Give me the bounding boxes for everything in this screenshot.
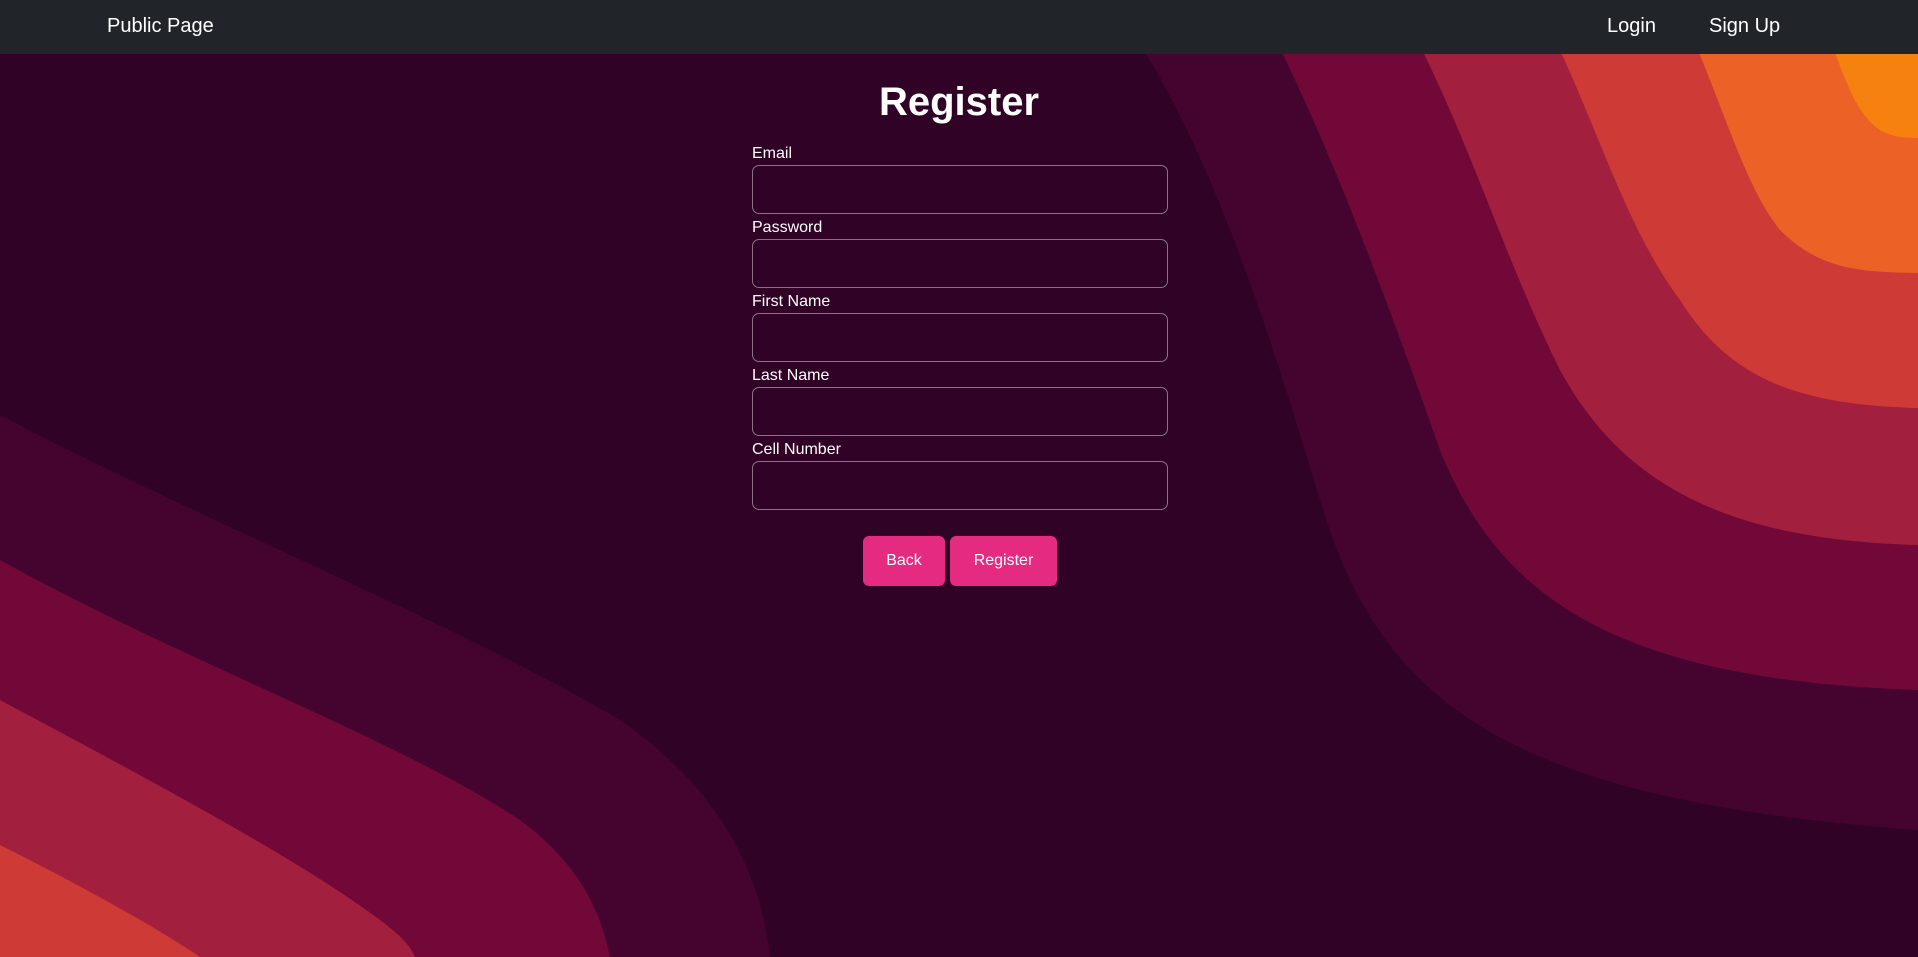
last-name-field-group: Last Name <box>752 367 1168 441</box>
cell-number-label: Cell Number <box>752 441 841 458</box>
email-label: Email <box>752 145 793 162</box>
register-form: Email Password First Name Last Name Cell… <box>752 145 1168 515</box>
login-link[interactable]: Login <box>1607 15 1656 38</box>
email-field-group: Email <box>752 145 1168 219</box>
first-name-label: First Name <box>752 293 831 310</box>
form-actions: Back Register <box>0 536 1918 586</box>
password-label: Password <box>752 219 823 236</box>
cell-number-field-group: Cell Number <box>752 441 1168 515</box>
first-name-field-group: First Name <box>752 293 1168 367</box>
signup-link[interactable]: Sign Up <box>1709 15 1780 38</box>
first-name-input[interactable] <box>752 313 1168 362</box>
cell-number-input[interactable] <box>752 461 1168 510</box>
register-button[interactable]: Register <box>950 536 1057 586</box>
email-input[interactable] <box>752 165 1168 214</box>
last-name-label: Last Name <box>752 367 830 384</box>
brand-link[interactable]: Public Page <box>107 15 214 38</box>
page-title: Register <box>878 80 1040 124</box>
password-input[interactable] <box>752 239 1168 288</box>
password-field-group: Password <box>752 219 1168 293</box>
last-name-input[interactable] <box>752 387 1168 436</box>
back-button[interactable]: Back <box>863 536 945 586</box>
top-navbar: Public Page Login Sign Up <box>0 0 1918 54</box>
